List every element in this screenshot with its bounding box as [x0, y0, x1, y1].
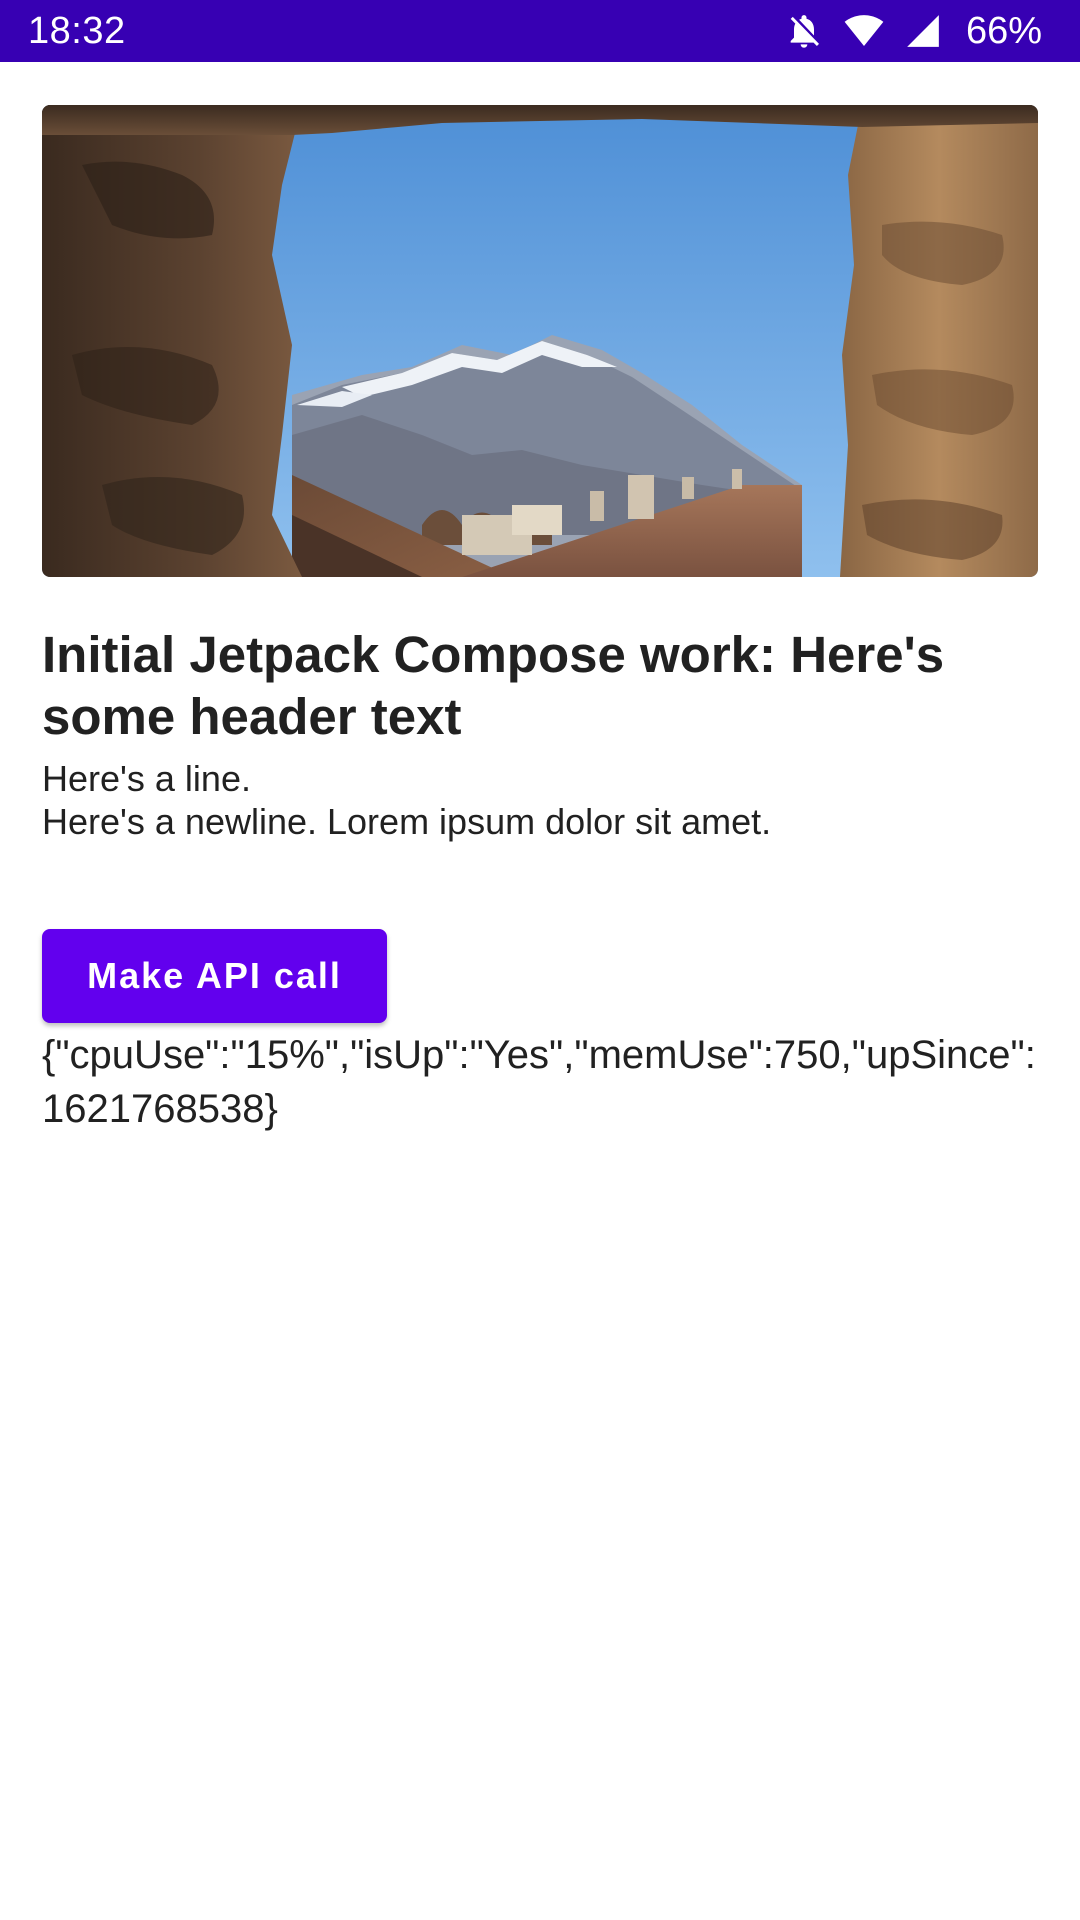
status-bar: 18:32 66%: [0, 0, 1080, 62]
header-title: Initial Jetpack Compose work: Here's som…: [42, 626, 945, 745]
cellular-signal-icon: [904, 12, 942, 50]
battery-percentage: 66%: [965, 9, 1042, 52]
wifi-icon: [842, 11, 886, 51]
body-line-2: Here's a newline. Lorem ipsum dolor sit …: [42, 801, 772, 842]
body-line-1: Here's a line.: [42, 758, 251, 799]
status-icons: 66%: [784, 10, 1042, 53]
make-api-call-button[interactable]: Make API call: [42, 929, 387, 1023]
status-time: 18:32: [28, 9, 126, 52]
mountain-view-through-stone-window-photo: [42, 105, 1038, 577]
api-response-text: {"cpuUse":"15%","isUp":"Yes","memUse":75…: [42, 1033, 1036, 1131]
bell-off-icon: [784, 11, 824, 51]
